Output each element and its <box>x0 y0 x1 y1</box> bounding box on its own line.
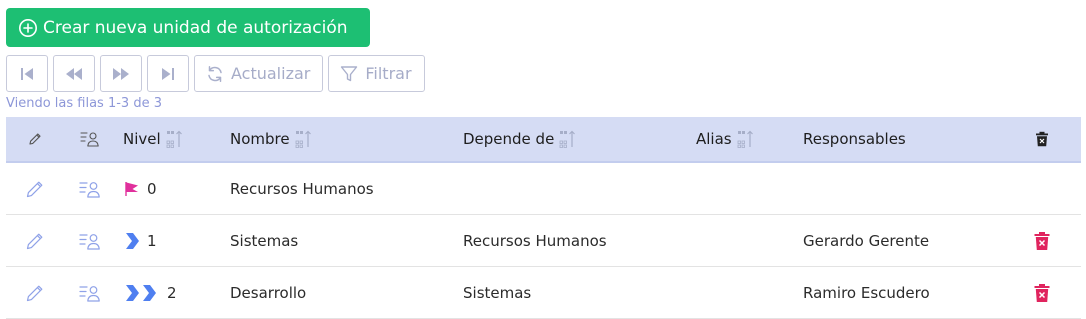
nombre-cell: Recursos Humanos <box>230 179 374 198</box>
create-button-label: Crear nueva unidad de autorización <box>43 17 348 38</box>
header-nombre-label: Nombre <box>230 130 290 148</box>
nivel-cell: 1 <box>123 215 157 266</box>
last-page-icon <box>162 67 174 80</box>
header-nivel-label: Nivel <box>123 130 161 148</box>
header-alias[interactable]: Alias <box>696 117 755 161</box>
rewind-icon <box>66 67 82 80</box>
table-header: Nivel Nombre Depende de Alias Responsabl… <box>6 117 1081 163</box>
responsables-cell: Ramiro Escudero <box>803 283 930 302</box>
filter-button[interactable]: Filtrar <box>328 55 425 92</box>
nombre-cell: Sistemas <box>230 231 299 250</box>
edit-column-header <box>22 117 48 161</box>
delete-button[interactable] <box>1030 267 1054 318</box>
trash-icon <box>1034 283 1050 302</box>
header-nivel[interactable]: Nivel <box>123 117 184 161</box>
rows-info: Viendo las filas 1-3 de 3 <box>6 96 162 111</box>
header-responsables-label: Responsables <box>803 130 906 148</box>
nivel-cell: 0 <box>123 163 157 214</box>
user-list-icon <box>79 181 100 198</box>
edit-button[interactable] <box>22 267 48 318</box>
header-responsables: Responsables <box>803 117 906 161</box>
user-list-icon <box>80 132 99 147</box>
edit-button[interactable] <box>22 163 48 214</box>
table-row: 1 Sistemas Recursos Humanos Gerardo Gere… <box>6 215 1081 267</box>
responsibles-button[interactable] <box>77 163 103 214</box>
pencil-icon <box>29 133 41 145</box>
refresh-button[interactable]: Actualizar <box>194 55 324 92</box>
trash-icon <box>1036 131 1048 147</box>
responsibles-column-header <box>77 117 103 161</box>
sort-icon <box>166 129 184 149</box>
pencil-icon <box>26 181 43 197</box>
sort-icon <box>295 129 313 149</box>
delete-button[interactable] <box>1030 215 1054 266</box>
header-nombre[interactable]: Nombre <box>230 117 313 161</box>
fast-forward-icon <box>113 67 129 80</box>
nivel-value: 2 <box>167 283 177 302</box>
user-list-icon <box>79 233 100 250</box>
previous-page-button[interactable] <box>53 55 95 92</box>
chevron-right-icon <box>123 231 141 251</box>
first-page-icon <box>21 67 33 80</box>
sort-icon <box>559 129 577 149</box>
table-row: 2 Desarrollo Sistemas Ramiro Escudero <box>6 267 1081 319</box>
flag-icon <box>123 180 141 198</box>
nombre-cell: Desarrollo <box>230 283 307 302</box>
user-list-icon <box>79 285 100 302</box>
edit-button[interactable] <box>22 215 48 266</box>
responsibles-button[interactable] <box>77 267 103 318</box>
table-row: 0 Recursos Humanos <box>6 163 1081 215</box>
plus-circle-icon <box>18 18 38 38</box>
filter-label: Filtrar <box>365 64 412 83</box>
pencil-icon <box>26 233 43 249</box>
depende-cell: Sistemas <box>463 283 532 302</box>
header-depende-label: Depende de <box>463 130 555 148</box>
first-page-button[interactable] <box>6 55 48 92</box>
responsibles-button[interactable] <box>77 215 103 266</box>
authorization-units-table: Nivel Nombre Depende de Alias Responsabl… <box>6 117 1081 319</box>
sort-icon <box>737 129 755 149</box>
double-chevron-right-icon <box>123 283 161 303</box>
header-depende[interactable]: Depende de <box>463 117 577 161</box>
nivel-value: 0 <box>147 179 157 198</box>
delete-column-header <box>1030 117 1054 161</box>
last-page-button[interactable] <box>147 55 189 92</box>
filter-icon <box>339 64 359 84</box>
refresh-label: Actualizar <box>231 64 311 83</box>
trash-icon <box>1034 231 1050 250</box>
refresh-icon <box>205 64 225 84</box>
pencil-icon <box>26 285 43 301</box>
responsables-cell: Gerardo Gerente <box>803 231 930 250</box>
next-page-button[interactable] <box>100 55 142 92</box>
depende-cell: Recursos Humanos <box>463 231 607 250</box>
header-alias-label: Alias <box>696 130 732 148</box>
create-authorization-unit-button[interactable]: Crear nueva unidad de autorización <box>6 8 370 47</box>
nivel-cell: 2 <box>123 267 177 318</box>
nivel-value: 1 <box>147 231 157 250</box>
toolbar: Actualizar Filtrar <box>6 55 430 92</box>
